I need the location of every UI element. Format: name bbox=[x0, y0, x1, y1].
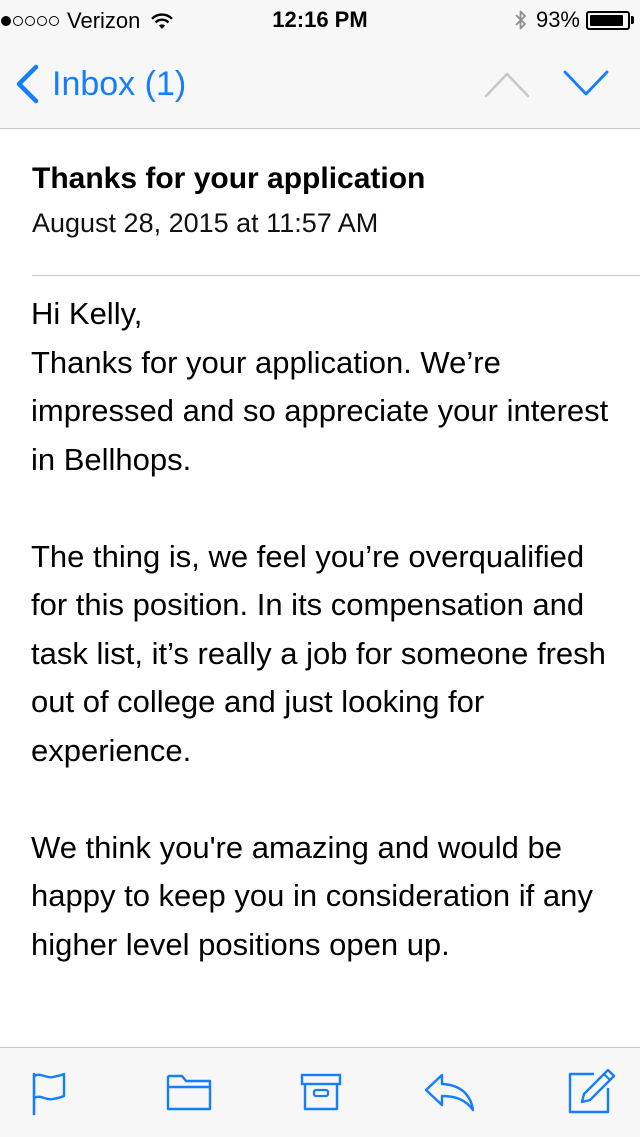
message-date: August 28, 2015 at 11:57 AM bbox=[32, 208, 379, 238]
flag-icon[interactable] bbox=[31, 1072, 67, 1116]
bottom-toolbar bbox=[0, 1047, 640, 1137]
navigation-bar: Inbox (1) bbox=[0, 40, 640, 129]
message-greeting: Hi Kelly, bbox=[31, 296, 143, 331]
back-button[interactable]: Inbox (1) bbox=[14, 64, 186, 104]
message-paragraph: We think you're amazing and would be hap… bbox=[31, 829, 593, 962]
chevron-left-icon bbox=[16, 64, 39, 104]
status-bar: Verizon 12:16 PM 93% bbox=[0, 0, 640, 40]
status-bar-right: 93% bbox=[514, 7, 634, 33]
chevron-up-icon[interactable] bbox=[484, 70, 530, 98]
archive-icon[interactable] bbox=[300, 1072, 342, 1112]
message-body: Hi Kelly, Thanks for your application. We… bbox=[31, 290, 621, 1018]
message-paragraph-text: Thanks for your application. We’re impre… bbox=[31, 344, 609, 477]
battery-icon bbox=[586, 10, 630, 30]
bluetooth-icon bbox=[515, 10, 526, 30]
back-button-label: Inbox (1) bbox=[52, 64, 187, 103]
compose-icon[interactable] bbox=[568, 1068, 616, 1114]
message-paragraph: The thing is, we feel you’re overqualifi… bbox=[31, 538, 606, 768]
reply-icon[interactable] bbox=[424, 1072, 476, 1112]
battery-percentage: 93% bbox=[535, 7, 580, 32]
message-subject: Thanks for your application bbox=[32, 162, 426, 195]
header-divider bbox=[32, 275, 640, 276]
chevron-down-icon[interactable] bbox=[563, 70, 609, 98]
message-paragraph: Hi Kelly, Thanks for your application. We… bbox=[31, 290, 621, 484]
folder-icon[interactable] bbox=[166, 1072, 212, 1112]
battery-tip bbox=[631, 16, 634, 24]
battery-fill bbox=[590, 14, 624, 26]
